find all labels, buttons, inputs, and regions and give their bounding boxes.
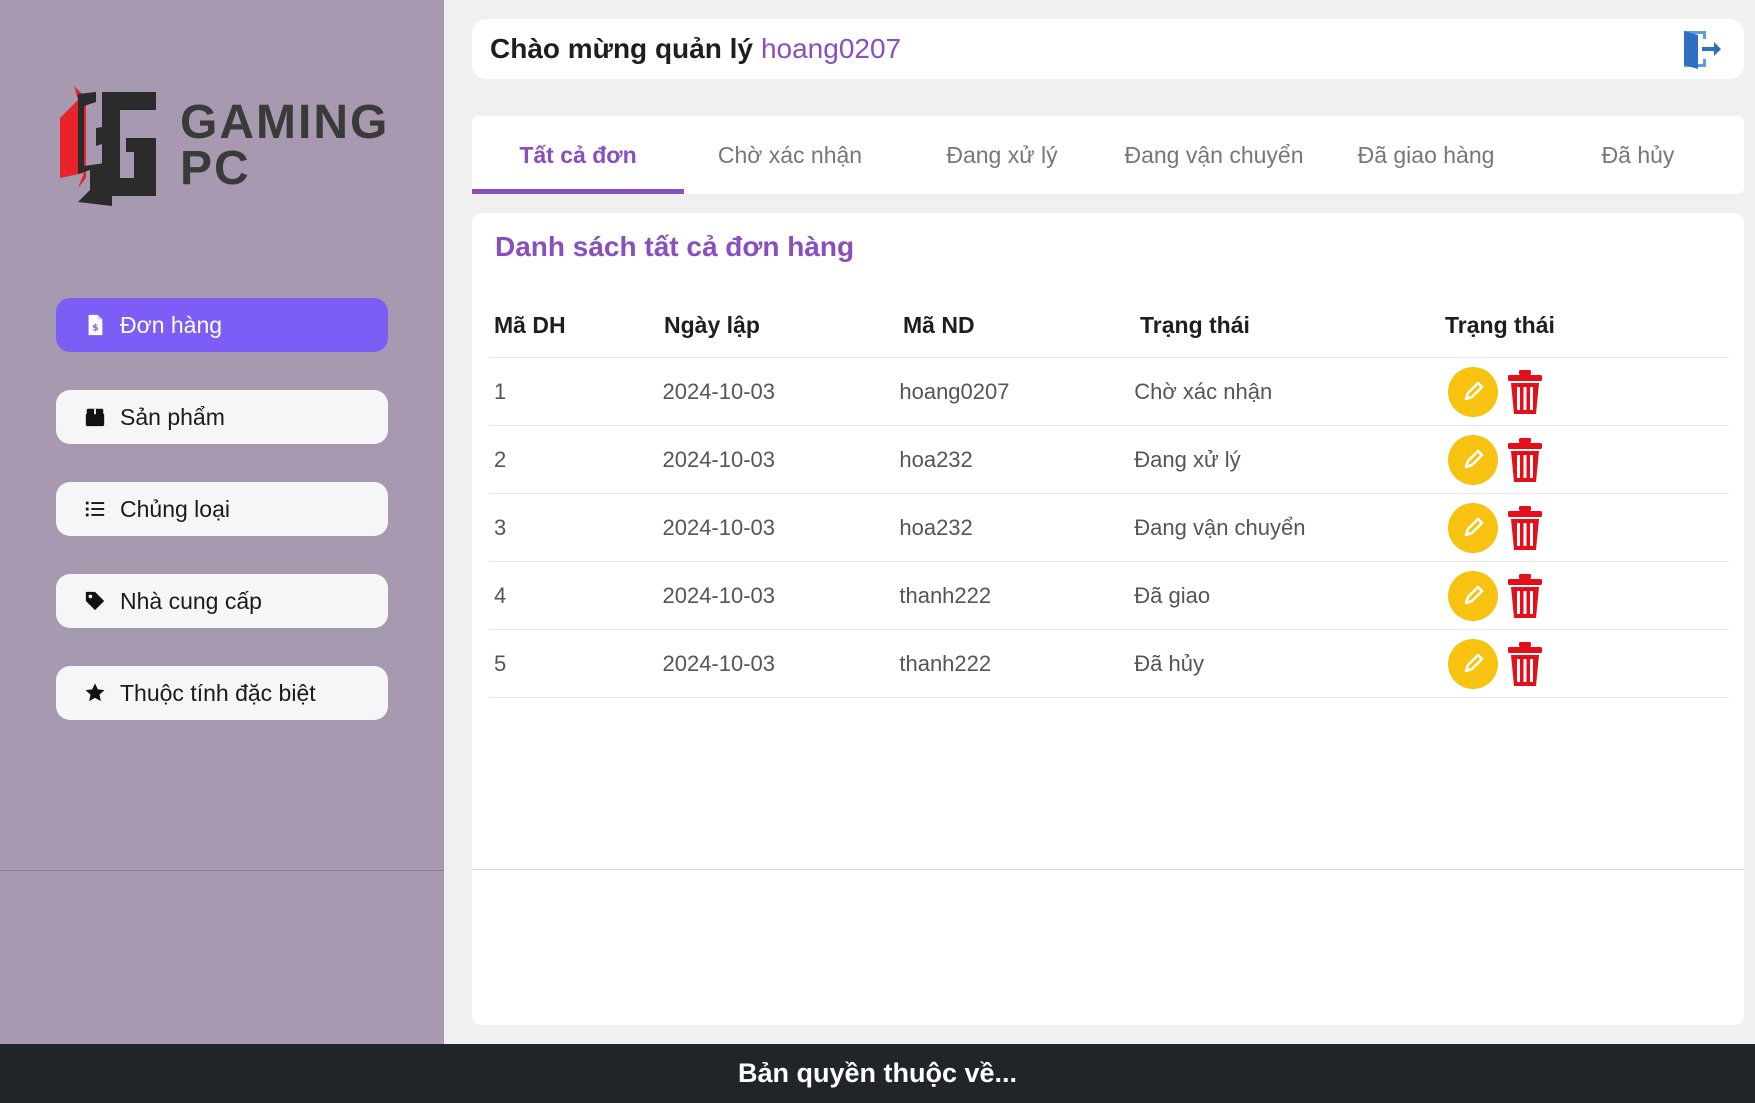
sidebar-item-label: Thuộc tính đặc biệt (120, 679, 316, 706)
sidebar-item-orders[interactable]: $ Đơn hàng (56, 298, 388, 352)
list-icon (85, 501, 105, 517)
trash-icon (1507, 641, 1542, 686)
column-header-status: Trạng thái (1140, 311, 1250, 338)
cell-order-id: 3 (494, 514, 507, 540)
svg-text:$: $ (92, 323, 98, 334)
sidebar-item-label: Chủng loại (120, 495, 230, 522)
sidebar-item-products[interactable]: Sản phẩm (56, 390, 388, 444)
box-icon (85, 408, 105, 427)
content-divider (472, 869, 1744, 870)
edit-button[interactable] (1447, 638, 1498, 689)
cell-user-id: hoa232 (899, 446, 973, 472)
orders-panel: Danh sách tất cả đơn hàng Mã DH Ngày lập… (472, 213, 1744, 1025)
delete-button[interactable] (1502, 367, 1548, 417)
pencil-icon (1464, 449, 1483, 468)
edit-button[interactable] (1447, 502, 1498, 553)
cell-date: 2024-10-03 (662, 650, 776, 676)
pencil-icon (1464, 585, 1483, 604)
edit-button[interactable] (1447, 434, 1498, 485)
tab-pending-confirmation[interactable]: Chờ xác nhận (684, 116, 896, 194)
cell-order-id: 2 (494, 446, 507, 472)
cell-order-id: 5 (494, 650, 507, 676)
brand-logo-mark (60, 86, 156, 206)
edit-button[interactable] (1447, 366, 1498, 417)
sidebar: GAMING PC $ Đơn hàng Sản phẩm Chủng loại (0, 0, 444, 1044)
trash-icon (1507, 505, 1542, 550)
sidebar-item-categories[interactable]: Chủng loại (56, 482, 388, 536)
star-icon (85, 683, 105, 702)
cell-status: Chờ xác nhận (1134, 378, 1273, 404)
table-header: Mã DH Ngày lập Mã ND Trạng thái Trạng th… (489, 293, 1729, 358)
cell-status: Đang vận chuyển (1134, 514, 1306, 540)
tag-icon (85, 591, 105, 611)
cell-date: 2024-10-03 (662, 514, 776, 540)
sidebar-item-label: Đơn hàng (120, 311, 223, 338)
table-row: 4 2024-10-03 thanh222 Đã giao (489, 562, 1729, 630)
username: hoang0207 (760, 33, 902, 64)
orders-table: Mã DH Ngày lập Mã ND Trạng thái Trạng th… (489, 293, 1729, 698)
cell-status: Đang xử lý (1134, 446, 1241, 472)
cell-user-id: thanh222 (899, 582, 992, 608)
pencil-icon (1464, 517, 1483, 536)
footer: Bản quyền thuộc về... (0, 1044, 1755, 1103)
delete-button[interactable] (1502, 503, 1548, 553)
sidebar-item-suppliers[interactable]: Nhà cung cấp (56, 574, 388, 628)
pencil-icon (1464, 381, 1483, 400)
sidebar-divider (0, 870, 444, 871)
brand-logo[interactable]: GAMING PC (56, 78, 396, 208)
cell-order-id: 4 (494, 582, 507, 608)
welcome-text: Chào mừng quản lý (490, 33, 753, 64)
cell-order-id: 1 (494, 378, 507, 404)
delete-button[interactable] (1502, 435, 1548, 485)
row-actions (1437, 366, 1729, 417)
table-row: 2 2024-10-03 hoa232 Đang xử lý (489, 426, 1729, 494)
sidebar-item-special-attributes[interactable]: Thuộc tính đặc biệt (56, 666, 388, 720)
tab-processing[interactable]: Đang xử lý (896, 116, 1108, 194)
row-actions (1437, 434, 1729, 485)
table-row: 5 2024-10-03 thanh222 Đã hủy (489, 630, 1729, 698)
brand-line-2: PC (180, 142, 251, 195)
trash-icon (1507, 369, 1542, 414)
tab-delivered[interactable]: Đã giao hàng (1320, 116, 1532, 194)
trash-icon (1507, 437, 1542, 482)
cell-user-id: thanh222 (899, 650, 992, 676)
sidebar-item-label: Nhà cung cấp (120, 587, 262, 614)
brand-name: GAMING PC (180, 96, 390, 195)
cell-date: 2024-10-03 (662, 446, 776, 472)
column-header-user-id: Mã ND (903, 311, 975, 338)
edit-button[interactable] (1447, 570, 1498, 621)
pencil-icon (1464, 653, 1483, 672)
order-status-tabs: Tất cả đơn Chờ xác nhận Đang xử lý Đang … (472, 116, 1744, 194)
tab-shipping[interactable]: Đang vận chuyển (1108, 116, 1320, 194)
copyright-text: Bản quyền thuộc về... (737, 1058, 1018, 1088)
invoice-icon: $ (88, 314, 103, 336)
cell-user-id: hoang0207 (899, 378, 1010, 404)
cell-user-id: hoa232 (899, 514, 973, 540)
cell-date: 2024-10-03 (662, 582, 776, 608)
tab-all-orders[interactable]: Tất cả đơn (472, 116, 684, 194)
row-actions (1437, 502, 1729, 553)
brand-line-1: GAMING (180, 96, 390, 149)
column-header-actions: Trạng thái (1445, 311, 1555, 338)
cell-date: 2024-10-03 (662, 378, 776, 404)
row-actions (1437, 638, 1729, 689)
tab-cancelled[interactable]: Đã hủy (1532, 116, 1744, 194)
sidebar-item-label: Sản phẩm (120, 403, 225, 430)
welcome-header: Chào mừng quản lý hoang0207 (472, 19, 1744, 79)
delete-button[interactable] (1502, 639, 1548, 689)
column-header-date: Ngày lập (664, 311, 760, 338)
table-row: 1 2024-10-03 hoang0207 Chờ xác nhận (489, 358, 1729, 426)
row-actions (1437, 570, 1729, 621)
cell-status: Đã giao (1134, 582, 1211, 608)
panel-title: Danh sách tất cả đơn hàng (495, 231, 855, 262)
column-header-order-id: Mã DH (494, 311, 566, 338)
trash-icon (1507, 573, 1542, 618)
table-row: 3 2024-10-03 hoa232 Đang vận chuyển (489, 494, 1729, 562)
logout-icon[interactable] (1678, 27, 1722, 71)
cell-status: Đã hủy (1134, 650, 1204, 676)
delete-button[interactable] (1502, 571, 1548, 621)
